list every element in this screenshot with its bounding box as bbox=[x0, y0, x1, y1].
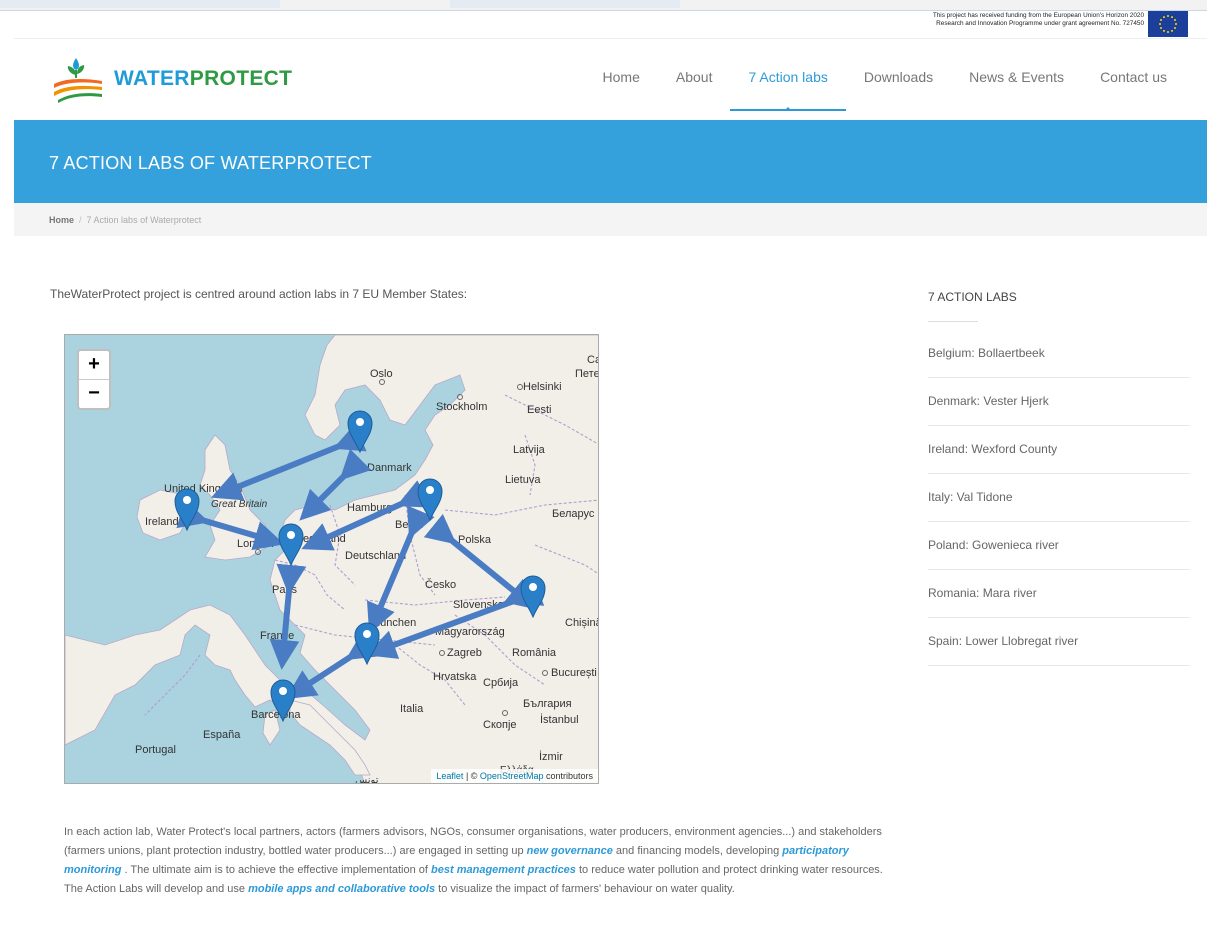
site-logo[interactable]: WATERPROTECT bbox=[50, 54, 292, 104]
nav-action-labs[interactable]: 7 Action labs bbox=[730, 56, 847, 111]
map-label-paris: Paris bbox=[272, 584, 298, 596]
map-label-pete: Пете bbox=[575, 368, 599, 380]
breadcrumb: Home / 7 Action labs of Waterprotect bbox=[14, 203, 1207, 236]
main-nav: Home About 7 Action labs Downloads News … bbox=[585, 56, 1185, 111]
map-label-chisinau: Chișinău bbox=[565, 617, 599, 629]
map-label-skopje: Скопје bbox=[483, 719, 517, 731]
breadcrumb-separator: / bbox=[79, 215, 82, 225]
map-label-latvija: Latvija bbox=[513, 444, 546, 456]
map-label-belarus: Беларус bbox=[552, 508, 595, 520]
funding-line-2: Research and Innovation Programme under … bbox=[936, 20, 1144, 27]
body-text-2: and financing models, developing bbox=[612, 845, 783, 857]
sidebar-item-italy[interactable]: Italy: Val Tidone bbox=[928, 474, 1190, 522]
header-divider bbox=[14, 38, 1207, 39]
nav-home[interactable]: Home bbox=[585, 56, 658, 105]
funding-line-1: This project has received funding from t… bbox=[932, 12, 1144, 19]
logo-icon bbox=[54, 58, 102, 103]
top-strip-segment bbox=[0, 0, 280, 8]
sidebar-item-belgium[interactable]: Belgium: Bollaertbeek bbox=[928, 330, 1190, 378]
map-label-romania: România bbox=[512, 647, 557, 659]
map-label-cesko: Česko bbox=[425, 578, 456, 591]
osm-link[interactable]: OpenStreetMap bbox=[480, 771, 544, 781]
nav-about[interactable]: About bbox=[658, 56, 731, 105]
map-label-polska: Polska bbox=[458, 534, 492, 546]
link-mobile-apps[interactable]: mobile apps and collaborative tools bbox=[248, 883, 435, 895]
map-label-denmark: Danmark bbox=[367, 462, 412, 474]
map-label-ca: Ca bbox=[587, 354, 599, 366]
map-zoom-control: + − bbox=[77, 349, 111, 410]
body-text-5: to visualize the impact of farmers' beha… bbox=[435, 883, 735, 895]
logo-text-water: WATER bbox=[114, 67, 190, 90]
map-label-tunis: تونس bbox=[355, 775, 379, 784]
link-new-governance[interactable]: new governance bbox=[527, 845, 613, 857]
map-label-izmir: İzmir bbox=[539, 750, 563, 763]
map-label-zagreb: Zagreb bbox=[447, 647, 482, 659]
body-text-3: . The ultimate aim is to achieve the eff… bbox=[121, 864, 432, 876]
map-label-italia: Italia bbox=[400, 703, 424, 715]
map-label-helsinki: Helsinki bbox=[523, 381, 562, 393]
map-label-oslo: Oslo bbox=[370, 368, 393, 380]
action-labs-map[interactable]: Oslo Helsinki Stockholm Eesti Latvija Li… bbox=[64, 334, 599, 784]
body-paragraph: In each action lab, Water Protect's loca… bbox=[64, 823, 884, 899]
nav-contact[interactable]: Contact us bbox=[1082, 56, 1185, 105]
sidebar-item-poland[interactable]: Poland: Gowenieca river bbox=[928, 522, 1190, 570]
sidebar-title-underline bbox=[928, 321, 978, 322]
map-label-ireland: Ireland bbox=[145, 516, 179, 528]
link-best-management-practices[interactable]: best management practices bbox=[431, 864, 576, 876]
funding-notice: This project has received funding from t… bbox=[933, 12, 1144, 28]
logo-text-protect: PROTECT bbox=[189, 67, 293, 90]
sidebar-item-romania[interactable]: Romania: Mara river bbox=[928, 570, 1190, 618]
page-banner: 7 ACTION LABS OF WATERPROTECT bbox=[14, 120, 1207, 203]
map-label-berlin: Berlin bbox=[395, 519, 423, 531]
top-strip-segment bbox=[450, 0, 680, 8]
top-strip bbox=[0, 0, 1207, 11]
map-marker-denmark[interactable] bbox=[347, 410, 373, 454]
sidebar-item-spain[interactable]: Spain: Lower Llobregat river bbox=[928, 618, 1190, 666]
map-label-bucuresti: București bbox=[551, 667, 597, 679]
attribution-suffix: contributors bbox=[543, 771, 593, 781]
map-label-gb: Great Britain bbox=[211, 499, 268, 510]
intro-text: TheWaterProtect project is centred aroun… bbox=[50, 287, 468, 301]
map-label-lietuva: Lietuva bbox=[505, 474, 541, 486]
map-label-eesti: Eesti bbox=[527, 404, 551, 416]
nav-downloads[interactable]: Downloads bbox=[846, 56, 951, 105]
sidebar-list: Belgium: Bollaertbeek Denmark: Vester Hj… bbox=[928, 330, 1190, 666]
map-label-hrvatska: Hrvatska bbox=[433, 671, 477, 683]
map-label-bulgaria: България bbox=[523, 698, 572, 710]
map-canvas[interactable]: Oslo Helsinki Stockholm Eesti Latvija Li… bbox=[65, 335, 599, 784]
eu-flag-icon bbox=[1148, 11, 1188, 37]
zoom-out-button[interactable]: − bbox=[79, 379, 109, 408]
logo-text: WATERPROTECT bbox=[114, 67, 292, 91]
breadcrumb-home-link[interactable]: Home bbox=[49, 215, 74, 225]
map-label-srbija: Србија bbox=[483, 677, 519, 689]
breadcrumb-current: 7 Action labs of Waterprotect bbox=[86, 215, 202, 225]
zoom-in-button[interactable]: + bbox=[79, 351, 109, 379]
map-label-espana: España bbox=[203, 729, 241, 741]
sidebar-title: 7 ACTION LABS bbox=[928, 290, 1017, 304]
map-label-portugal: Portugal bbox=[135, 744, 176, 756]
leaflet-link[interactable]: Leaflet bbox=[436, 771, 463, 781]
map-attribution: Leaflet | © OpenStreetMap contributors bbox=[431, 769, 598, 783]
attribution-separator: | © bbox=[463, 771, 480, 781]
map-label-istanbul: İstanbul bbox=[540, 713, 579, 726]
sidebar-item-ireland[interactable]: Ireland: Wexford County bbox=[928, 426, 1190, 474]
map-label-stockholm: Stockholm bbox=[436, 401, 487, 413]
map-label-france: France bbox=[260, 630, 294, 642]
nav-news-events[interactable]: News & Events bbox=[951, 56, 1082, 105]
sidebar: 7 ACTION LABS Belgium: Bollaertbeek Denm… bbox=[928, 290, 1190, 666]
sidebar-item-denmark[interactable]: Denmark: Vester Hjerk bbox=[928, 378, 1190, 426]
page-title: 7 ACTION LABS OF WATERPROTECT bbox=[49, 153, 372, 173]
map-label-barcelona: Barcelona bbox=[251, 709, 301, 721]
